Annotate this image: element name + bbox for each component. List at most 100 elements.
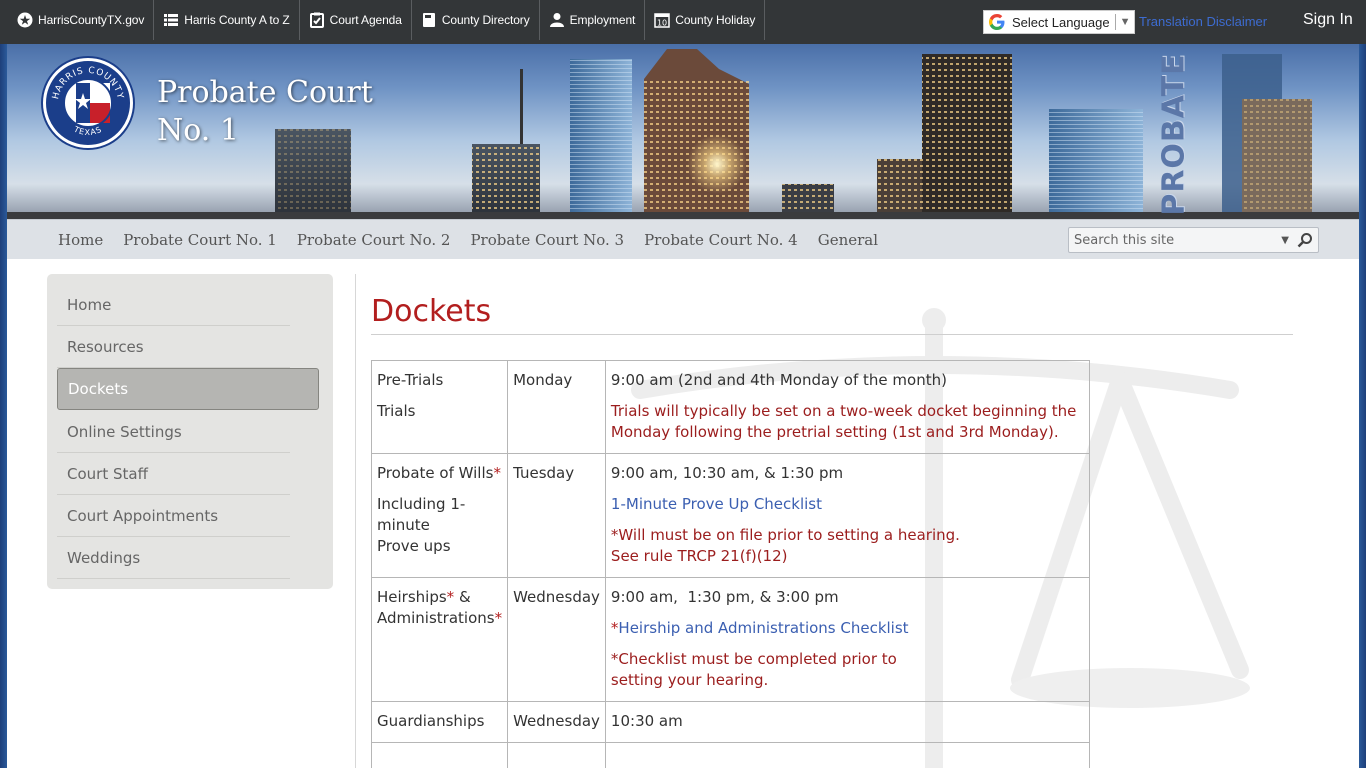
asterisk-marker: * (494, 609, 503, 627)
banner-vertical-word: PROBATE (1155, 50, 1193, 218)
main-nav: Home Probate Court No. 1 Probate Court N… (7, 219, 1359, 259)
top-link-label: HarrisCountyTX.gov (38, 13, 145, 27)
table-row: Probate of Wills* Including 1- minute Prov… (370, 453, 1091, 578)
table-cell-empty (370, 742, 509, 768)
site-search[interactable]: Search this site ▼ (1068, 227, 1319, 253)
docket-time: 9:00 am, 1:30 pm, & 3:00 pm (610, 588, 839, 606)
docket-day: Wednesday (507, 577, 606, 702)
dockets-table: Pre-Trials Trials Monday 9:00 am (2nd an… (370, 360, 1091, 768)
top-link-employment[interactable]: Employment (540, 0, 646, 40)
docket-day: Tuesday (507, 453, 606, 578)
docket-note: setting your hearing. (610, 671, 769, 689)
book-icon (421, 12, 437, 28)
language-select-divider (1114, 14, 1116, 30)
top-link-court-agenda[interactable]: Court Agenda (300, 0, 412, 40)
chevron-down-icon: ▼ (1119, 16, 1131, 28)
left-nav-item-home[interactable]: Home (57, 284, 290, 326)
docket-type: Pre-Trials (377, 371, 444, 389)
main-nav-items: Home Probate Court No. 1 Probate Court N… (48, 220, 888, 260)
docket-note: *Will must be on file prior to setting a… (610, 526, 960, 544)
content-divider (355, 274, 356, 768)
top-links: HarrisCountyTX.gov Harris County A to Z … (7, 0, 766, 40)
translation-disclaimer-link[interactable]: Translation Disclaimer (1139, 14, 1267, 29)
top-bar: HarrisCountyTX.gov Harris County A to Z … (0, 0, 1366, 44)
docket-type: Trials (377, 402, 416, 420)
left-nav-item-online-settings[interactable]: Online Settings (57, 411, 290, 453)
site-title[interactable]: Probate Court No. 1 (157, 74, 373, 150)
site-banner: PROBATE HARRIS COUNTY TEXAS Probate Cour… (7, 44, 1359, 219)
docket-type-cell: Probate of Wills* Including 1- minute Prov… (370, 453, 509, 578)
table-cell-empty (507, 742, 606, 768)
docket-day: Monday (507, 360, 606, 454)
list-icon (163, 12, 179, 28)
left-nav: Home Resources Dockets Online Settings C… (47, 274, 333, 589)
svg-text:10: 10 (657, 19, 667, 28)
page-title: Dockets (371, 294, 492, 329)
docket-subtype: Prove ups (377, 537, 451, 555)
docket-type: Administrations (377, 609, 495, 627)
nav-item-probate-court-4[interactable]: Probate Court No. 4 (644, 231, 798, 249)
table-cell-empty (604, 742, 1091, 768)
docket-details-cell: 9:00 am, 1:30 pm, & 3:00 pm *Heirship an… (604, 577, 1091, 702)
star-circle-icon (17, 12, 33, 28)
docket-subtype: Including 1- (377, 495, 466, 513)
search-input[interactable]: Search this site (1074, 233, 1281, 248)
harris-county-seal[interactable]: HARRIS COUNTY TEXAS (43, 58, 133, 148)
asterisk-marker: * (493, 464, 501, 482)
top-link-label: Employment (569, 13, 636, 27)
google-icon (986, 11, 1008, 33)
table-row: Guardianships Wednesday 10:30 am (370, 701, 1091, 743)
docket-type-cell: Pre-Trials Trials (370, 360, 509, 454)
top-link-county-directory[interactable]: County Directory (412, 0, 540, 40)
docket-type-amp: & (454, 588, 471, 606)
nav-item-home[interactable]: Home (58, 231, 103, 249)
table-row (370, 742, 1091, 768)
table-row: Pre-Trials Trials Monday 9:00 am (2nd an… (370, 360, 1091, 454)
calendar-icon: 10 (654, 12, 671, 28)
docket-details-cell: 9:00 am, 10:30 am, & 1:30 pm 1-Minute Pr… (604, 453, 1091, 578)
docket-type: Heirships (377, 588, 447, 606)
nav-item-probate-court-2[interactable]: Probate Court No. 2 (297, 231, 451, 249)
top-link-label: Court Agenda (329, 13, 402, 27)
search-icon[interactable] (1297, 232, 1313, 248)
title-divider (371, 334, 1293, 335)
docket-time: 9:00 am (2nd and 4th Monday of the month… (610, 371, 947, 389)
docket-type: Guardianships (370, 701, 509, 743)
site-title-line2: No. 1 (157, 113, 239, 148)
banner-vertical-word-text: PROBATE (1156, 52, 1192, 216)
site-title-line1: Probate Court (157, 75, 373, 110)
top-link-harriscounty[interactable]: HarrisCountyTX.gov (7, 0, 155, 40)
docket-note: Trials will typically be set on a two-we… (610, 402, 1077, 441)
top-link-label: Harris County A to Z (184, 13, 290, 27)
docket-details-cell: 9:00 am (2nd and 4th Monday of the month… (604, 360, 1091, 454)
top-link-a-to-z[interactable]: Harris County A to Z (154, 0, 300, 40)
table-row: Heirships* & Administrations* Wednesday 9… (370, 577, 1091, 702)
docket-day: Wednesday (507, 701, 606, 743)
docket-note: See rule TRCP 21(f)(12) (610, 547, 788, 565)
person-icon (549, 12, 565, 28)
docket-subtype: minute (377, 516, 430, 534)
docket-type-cell: Heirships* & Administrations* (370, 577, 509, 702)
top-link-label: County Holiday (675, 13, 756, 27)
left-nav-item-court-staff[interactable]: Court Staff (57, 453, 290, 495)
nav-item-general[interactable]: General (818, 231, 878, 249)
left-nav-item-weddings[interactable]: Weddings (57, 537, 290, 579)
docket-time: 9:00 am, 10:30 am, & 1:30 pm (610, 464, 844, 482)
clipboard-check-icon (309, 12, 325, 28)
docket-time: 10:30 am (604, 701, 1091, 743)
docket-note: *Checklist must be completed prior to (610, 650, 897, 668)
docket-type: Probate of Wills (377, 464, 494, 482)
heirship-checklist-link[interactable]: Heirship and Administrations Checklist (618, 619, 908, 637)
sign-in-link[interactable]: Sign In (1303, 11, 1353, 29)
left-nav-item-dockets[interactable]: Dockets (57, 368, 319, 410)
top-link-label: County Directory (441, 13, 530, 27)
search-scope-dropdown-icon[interactable]: ▼ (1281, 235, 1289, 246)
prove-up-checklist-link[interactable]: 1-Minute Prove Up Checklist (611, 495, 822, 513)
nav-item-probate-court-1[interactable]: Probate Court No. 1 (123, 231, 277, 249)
nav-item-probate-court-3[interactable]: Probate Court No. 3 (470, 231, 624, 249)
top-link-county-holiday[interactable]: 10 County Holiday (645, 0, 766, 40)
left-nav-item-resources[interactable]: Resources (57, 326, 290, 368)
street-light-glow (687, 134, 747, 194)
language-select[interactable]: Select Language ▼ (983, 10, 1135, 34)
left-nav-item-court-appointments[interactable]: Court Appointments (57, 495, 290, 537)
